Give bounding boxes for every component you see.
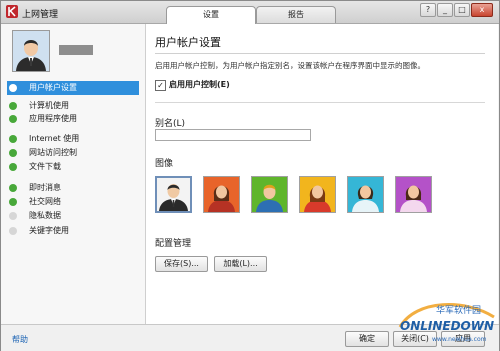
- alias-input[interactable]: [155, 129, 311, 141]
- image-option-girl-yellow[interactable]: [299, 176, 336, 213]
- sidebar-item-label: 社交网络: [29, 197, 61, 206]
- status-dot-icon: [9, 84, 17, 92]
- sidebar-item-label: 即时消息: [29, 183, 61, 192]
- section-divider: [155, 102, 485, 103]
- page-title: 用户帐户设置: [155, 36, 221, 49]
- status-dot-icon: [9, 163, 17, 171]
- user-avatar-icon: [13, 31, 49, 71]
- sidebar-item-app-use[interactable]: 应用程序使用: [9, 112, 141, 126]
- image-option-man-suit[interactable]: [155, 176, 192, 213]
- sidebar-item-internet-use[interactable]: Internet 使用: [9, 132, 141, 146]
- woman-red-avatar-icon: [204, 177, 239, 212]
- watermark: 华军软件园 ONLINEDOWN www.newhua.com: [396, 297, 498, 349]
- image-option-girl-cyan[interactable]: [347, 176, 384, 213]
- sidebar-item-account-settings[interactable]: 用户帐户设置: [7, 81, 139, 95]
- image-label: 图像: [155, 159, 174, 169]
- status-dot-icon: [9, 135, 17, 143]
- sidebar-item-computer-use[interactable]: 计算机使用: [9, 99, 141, 113]
- status-dot-icon: [9, 102, 17, 110]
- sidebar-item-web-access[interactable]: 网站访问控制: [9, 146, 141, 160]
- title-bar: 上网管理 设置 报告 ? _ □ x: [1, 1, 499, 24]
- window-title: 上网管理: [22, 10, 59, 20]
- sidebar-item-social-network[interactable]: 社交网络: [9, 195, 141, 209]
- sidebar-item-label: 隐私数据: [29, 211, 61, 220]
- sidebar-item-keyword-use[interactable]: 关键字使用: [9, 224, 141, 238]
- alias-label: 别名(L): [155, 119, 186, 129]
- sidebar-item-label: 文件下载: [29, 162, 61, 171]
- girl-cyan-avatar-icon: [348, 177, 383, 212]
- sidebar-item-instant-messaging[interactable]: 即时消息: [9, 181, 141, 195]
- girl-yellow-avatar-icon: [300, 177, 335, 212]
- sidebar-item-private-data[interactable]: 隐私数据: [9, 209, 141, 223]
- sidebar-item-label: 关键字使用: [29, 226, 69, 235]
- enable-control-label: 启用用户控制(E): [169, 80, 230, 89]
- image-option-woman-red[interactable]: [203, 176, 240, 213]
- sidebar-item-label: 应用程序使用: [29, 114, 77, 123]
- watermark-line2: ONLINEDOWN: [400, 319, 494, 333]
- help-link[interactable]: 帮助: [12, 334, 28, 345]
- user-name-redacted: [59, 45, 93, 55]
- main-panel: 用户帐户设置 启用用户帐户控制，为用户帐户指定别名，设置该帐户在程序界面中显示的…: [146, 24, 498, 324]
- image-option-woman-purple[interactable]: [395, 176, 432, 213]
- status-dot-icon: [9, 149, 17, 157]
- config-manage-label: 配置管理: [155, 239, 192, 249]
- tab-report[interactable]: 报告: [256, 6, 336, 23]
- status-dot-icon: [9, 198, 17, 206]
- watermark-line3: www.newhua.com: [432, 336, 487, 343]
- sidebar-item-file-download[interactable]: 文件下载: [9, 160, 141, 174]
- boy-green-avatar-icon: [252, 177, 287, 212]
- woman-purple-avatar-icon: [396, 177, 431, 212]
- tab-settings[interactable]: 设置: [166, 6, 256, 24]
- ok-button[interactable]: 确定: [345, 331, 389, 347]
- sidebar-item-label: 计算机使用: [29, 101, 69, 110]
- sidebar: 用户帐户设置 计算机使用 应用程序使用 Internet 使用 网站访问控制 文…: [1, 24, 146, 324]
- minimize-icon[interactable]: _: [437, 3, 453, 17]
- status-dot-icon: [9, 212, 17, 220]
- onlinedown-logo-icon: 华军软件园 ONLINEDOWN www.newhua.com: [398, 303, 495, 343]
- title-divider: [155, 53, 485, 54]
- load-button[interactable]: 加载(L)...: [214, 256, 267, 272]
- status-dot-icon: [9, 184, 17, 192]
- watermark-line1: 华军软件园: [436, 304, 481, 316]
- maximize-icon[interactable]: □: [454, 3, 470, 17]
- page-description: 启用用户帐户控制，为用户帐户指定别名，设置该帐户在程序界面中显示的图像。: [155, 61, 425, 70]
- help-icon[interactable]: ?: [420, 3, 436, 17]
- man-suit-avatar-icon: [157, 178, 190, 211]
- sidebar-item-label: 网站访问控制: [29, 148, 77, 157]
- kaspersky-logo-icon: [6, 5, 18, 18]
- close-icon[interactable]: x: [471, 3, 493, 17]
- avatar: [12, 30, 50, 72]
- enable-control-checkbox[interactable]: ✓: [155, 80, 166, 91]
- save-button[interactable]: 保存(S)...: [155, 256, 208, 272]
- sidebar-item-label: Internet 使用: [29, 134, 80, 143]
- status-dot-icon: [9, 115, 17, 123]
- app-window: 上网管理 设置 报告 ? _ □ x 用户帐户设置 计算机使用 应用程序使用 I…: [0, 0, 500, 351]
- status-dot-icon: [9, 227, 17, 235]
- image-option-boy-green[interactable]: [251, 176, 288, 213]
- sidebar-item-label: 用户帐户设置: [29, 83, 77, 92]
